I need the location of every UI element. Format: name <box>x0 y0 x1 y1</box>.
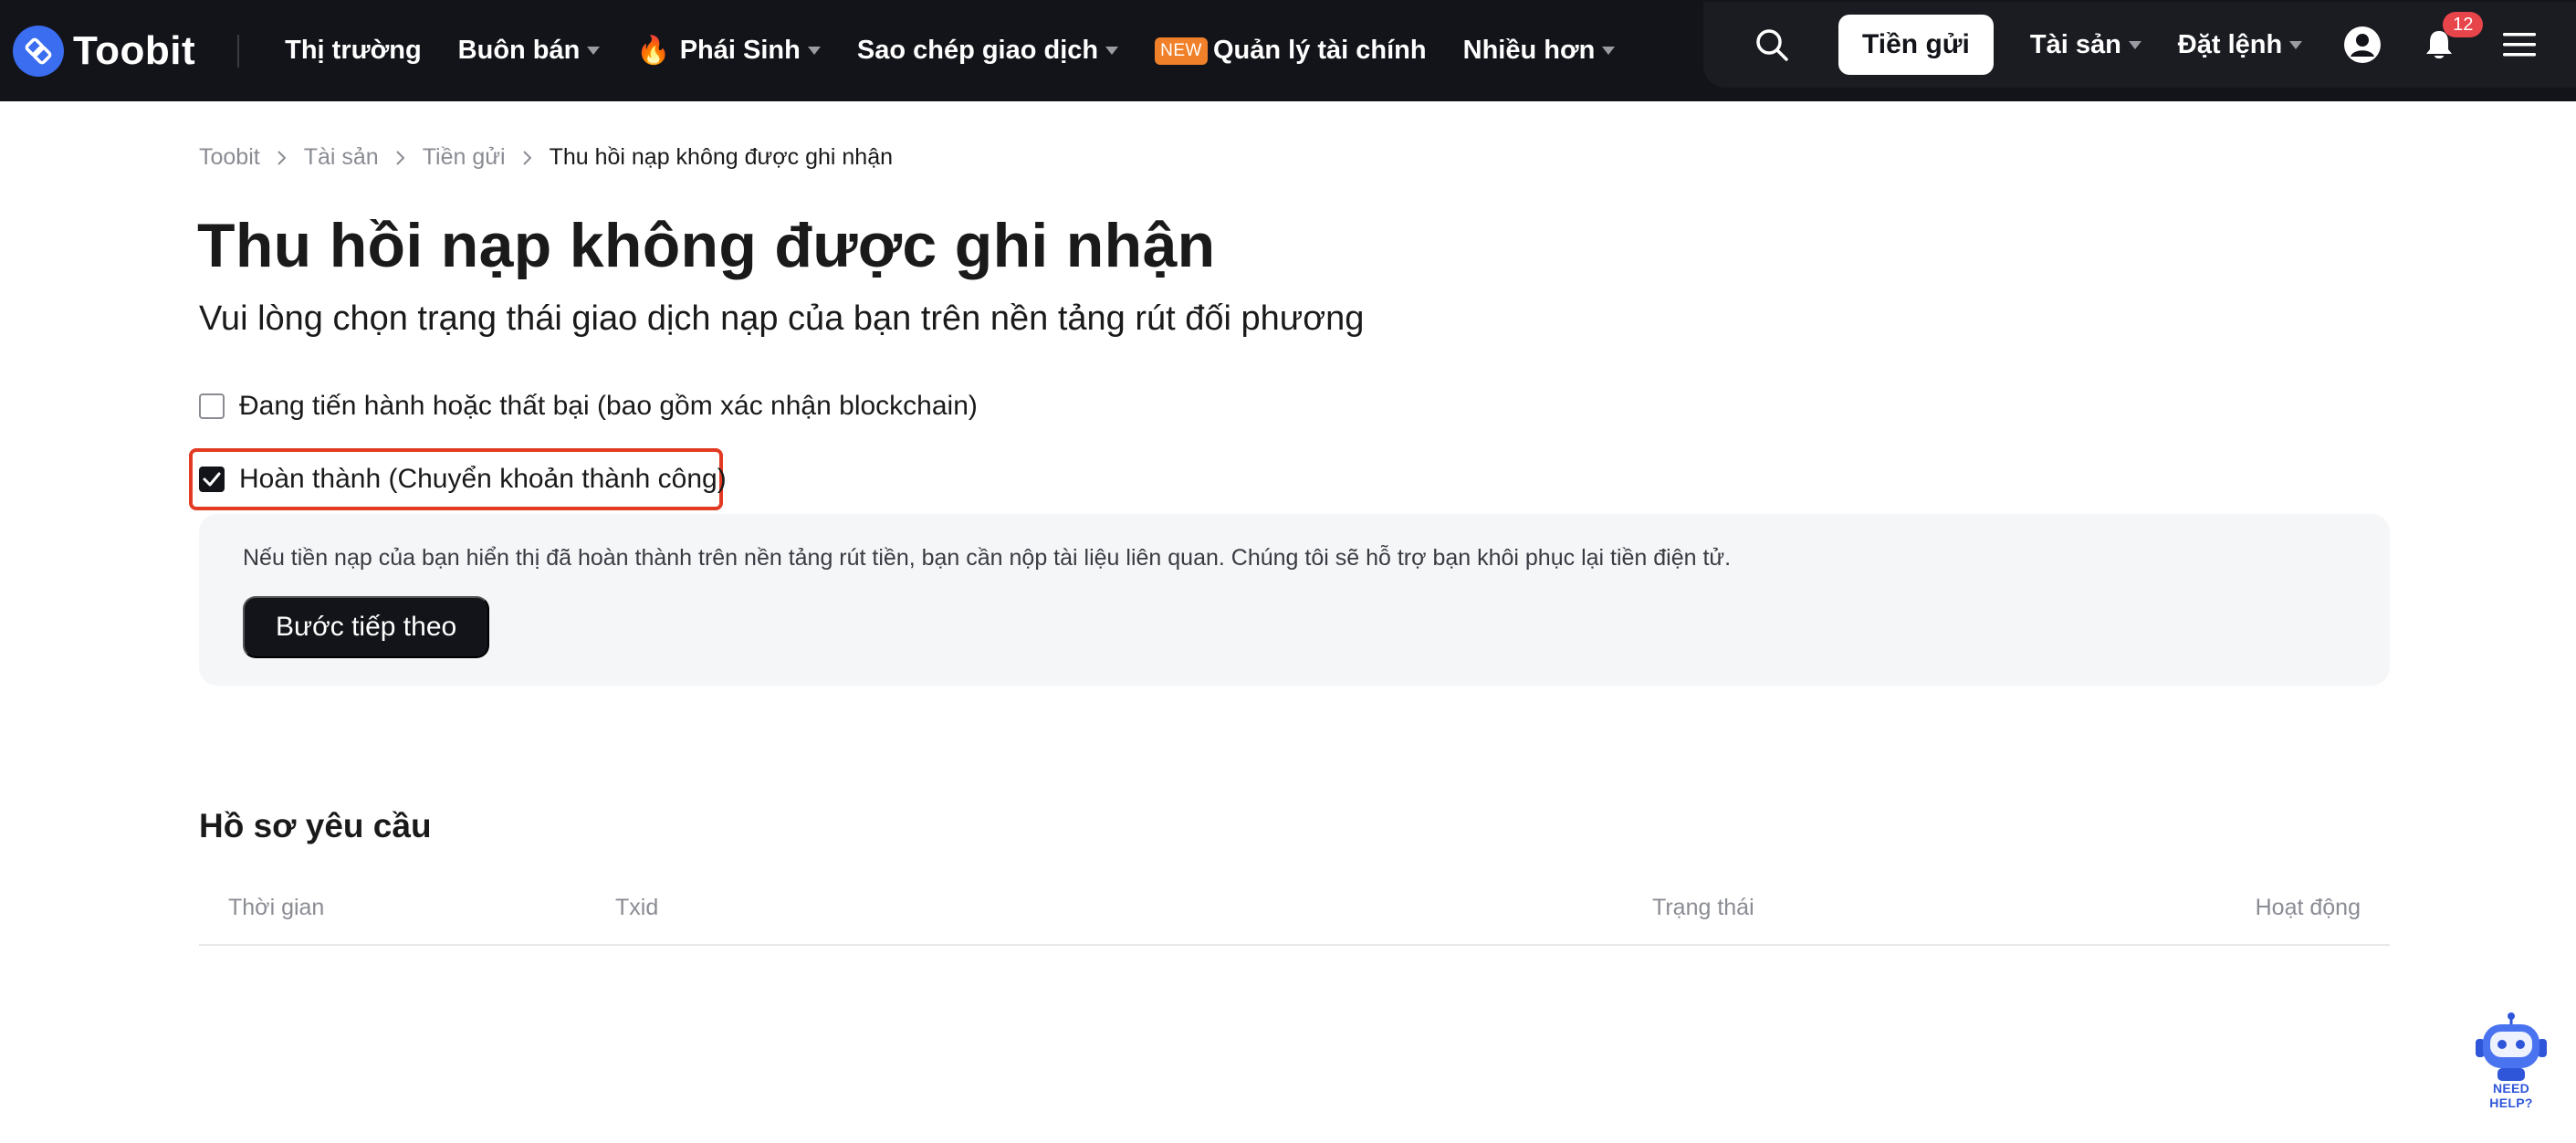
caret-down-icon <box>807 47 821 55</box>
help-chatbot-button[interactable]: NEED HELP? <box>2470 1012 2552 1110</box>
page-title: Thu hồi nạp không được ghi nhận <box>197 211 1216 280</box>
main-nav: Thị trường Buôn bán 🔥 Phái Sinh Sao chép… <box>285 35 1651 67</box>
hamburger-menu-icon[interactable] <box>2499 25 2539 65</box>
column-header-time: Thời gian <box>228 895 325 920</box>
nav-item-copy-trading[interactable]: Sao chép giao dịch <box>856 36 1119 66</box>
robot-icon <box>2476 1012 2547 1081</box>
nav-item-label: Buôn bán <box>457 36 581 65</box>
nav-item-assets[interactable]: Tài sản <box>2030 30 2141 60</box>
fire-icon: 🔥 <box>636 36 671 66</box>
chevron-right-icon <box>395 150 406 166</box>
notification-bell-icon[interactable]: 12 <box>2419 12 2484 65</box>
nav-item-label: Sao chép giao dịch <box>856 36 1099 65</box>
user-avatar-icon[interactable] <box>2342 25 2382 65</box>
next-step-button[interactable]: Bước tiếp theo <box>243 596 490 658</box>
nav-item-orders[interactable]: Đặt lệnh <box>2177 29 2303 60</box>
info-text: Nếu tiền nạp của bạn hiển thị đã hoàn th… <box>243 545 1732 571</box>
caret-down-icon <box>587 47 601 55</box>
brand-name: Toobit <box>73 27 196 73</box>
chevron-right-icon <box>277 150 288 166</box>
notification-count-badge: 12 <box>2443 12 2484 37</box>
nav-item-more[interactable]: Nhiều hơn <box>1463 36 1616 66</box>
new-badge: NEW <box>1155 37 1208 65</box>
breadcrumb-home[interactable]: Toobit <box>199 144 260 171</box>
nav-item-markets[interactable]: Thị trường <box>285 36 422 66</box>
toobit-logo-icon <box>13 25 64 77</box>
nav-right-toolbar: Tiền gửi Tài sản Đặt lệnh 12 <box>1703 2 2576 88</box>
chevron-right-icon <box>522 150 533 166</box>
caret-down-icon <box>1602 47 1616 55</box>
top-navigation: Toobit Thị trường Buôn bán 🔥 Phái Sinh S… <box>0 0 2576 101</box>
page-subtitle: Vui lòng chọn trạng thái giao dịch nạp c… <box>199 299 1365 338</box>
caret-down-icon <box>2128 40 2141 49</box>
brand-divider <box>237 34 240 68</box>
checkmark-icon <box>203 472 221 487</box>
nav-item-label: Đặt lệnh <box>2177 29 2283 59</box>
caret-down-icon <box>1105 47 1119 55</box>
nav-item-label: Phái Sinh <box>679 36 801 65</box>
checkbox-completed[interactable] <box>199 467 225 492</box>
option-in-progress-or-failed[interactable]: Đang tiến hành hoặc thất bại (bao gồm xá… <box>199 391 978 422</box>
nav-item-label: Thị trường <box>285 36 422 65</box>
search-icon[interactable] <box>1749 22 1795 68</box>
breadcrumb: Toobit Tài sản Tiền gửi Thu hồi nạp khôn… <box>199 144 893 171</box>
breadcrumb-current: Thu hồi nạp không được ghi nhận <box>549 144 894 170</box>
checkbox-in-progress[interactable] <box>199 393 225 419</box>
column-header-action: Hoạt động <box>2255 895 2361 920</box>
column-header-status: Trạng thái <box>1652 895 1754 920</box>
column-header-txid: Txid <box>615 895 659 920</box>
breadcrumb-deposit[interactable]: Tiền gửi <box>423 144 506 171</box>
option-label: Hoàn thành (Chuyển khoản thành công) <box>239 464 727 494</box>
help-label: NEED HELP? <box>2489 1081 2533 1110</box>
records-title: Hồ sơ yêu cầu <box>199 807 432 844</box>
nav-item-trade[interactable]: Buôn bán <box>458 36 601 66</box>
nav-item-label: Quản lý tài chính <box>1212 36 1427 65</box>
option-completed[interactable]: Hoàn thành (Chuyển khoản thành công) <box>199 464 727 495</box>
nav-item-label: Tài sản <box>2029 29 2121 59</box>
completed-info-panel: Nếu tiền nạp của bạn hiển thị đã hoàn th… <box>199 514 2390 686</box>
breadcrumb-assets[interactable]: Tài sản <box>304 144 379 171</box>
deposit-button[interactable]: Tiền gửi <box>1838 15 1994 75</box>
records-table-header: Thời gian Txid Trạng thái Hoạt động <box>199 876 2390 946</box>
option-label: Đang tiến hành hoặc thất bại (bao gồm xá… <box>239 391 978 421</box>
brand-logo[interactable]: Toobit <box>13 25 196 77</box>
nav-item-derivatives[interactable]: 🔥 Phái Sinh <box>636 35 821 67</box>
caret-down-icon <box>2289 40 2303 49</box>
nav-item-label: Nhiều hơn <box>1462 36 1596 65</box>
nav-item-wealth-management[interactable]: NEW Quản lý tài chính <box>1155 36 1427 66</box>
